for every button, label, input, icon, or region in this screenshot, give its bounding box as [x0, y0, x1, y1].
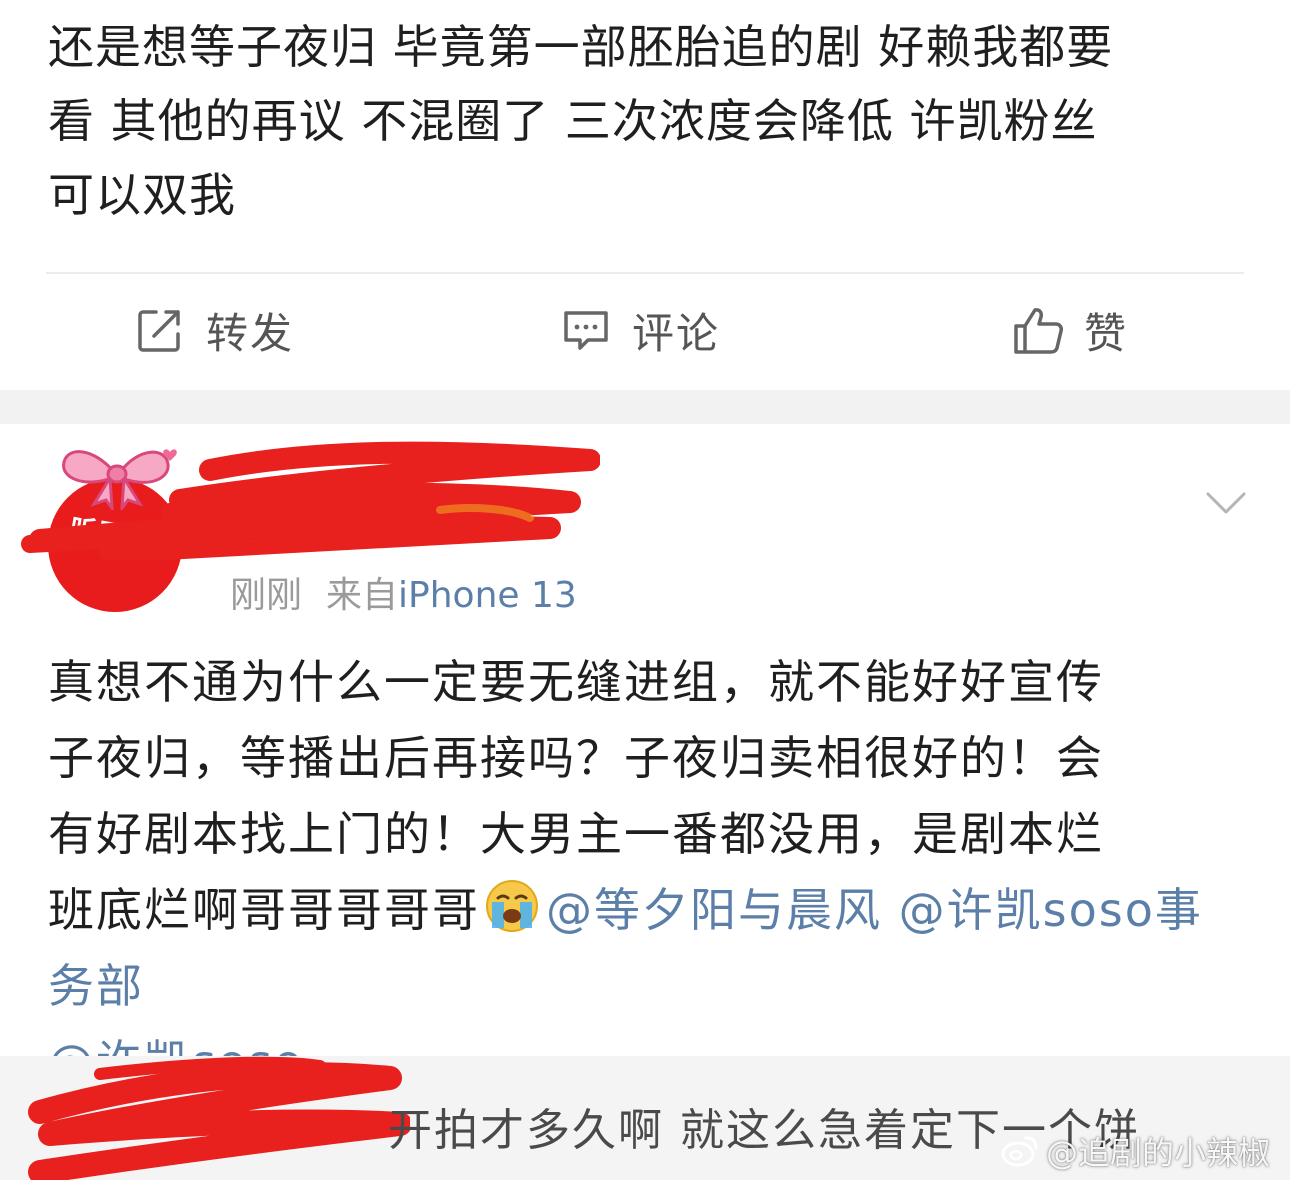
watermark-text: @追剧的小辣椒	[1046, 1134, 1271, 1172]
comment-label: 评论	[632, 308, 721, 358]
post-2-line: 班底烂啊哥哥哥哥哥 @等夕阳与晨风 @许凯soso事务部	[48, 872, 1248, 1024]
post-2-line: 真想不通为什么一定要无缝进组，就不能好好宣传	[48, 655, 1104, 709]
like-label: 赞	[1084, 308, 1129, 358]
post-2-line: 子夜归，等播出后再接吗？子夜归卖相很好的！会	[48, 731, 1104, 785]
post-meta: 刚刚 来自iPhone 13	[230, 566, 577, 618]
repost-icon	[138, 310, 180, 352]
repost-button[interactable]: 转发	[134, 302, 294, 358]
post-2-line-text: 班底烂啊哥哥哥哥哥	[48, 883, 480, 937]
watermark: @追剧的小辣椒	[1000, 1128, 1270, 1174]
thumbs-up-icon	[1014, 308, 1063, 354]
weibo-icon	[1001, 1136, 1038, 1167]
divider	[46, 272, 1244, 274]
post-1-line: 可以双我	[48, 168, 236, 222]
feed-separator	[0, 390, 1290, 424]
device-name: iPhone 13	[398, 575, 577, 616]
redaction-scribble	[28, 1056, 410, 1180]
post-2-line: 有好剧本找上门的！大男主一番都没用，是剧本烂	[48, 807, 1104, 861]
post-1-text: 还是想等子夜归 毕竟第一部胚胎追的剧 好赖我都要 看 其他的再议 不混圈了 三次…	[48, 10, 1248, 232]
crying-face-icon	[486, 880, 538, 932]
post-2-text: 真想不通为什么一定要无缝进组，就不能好好宣传 子夜归，等播出后再接吗？子夜归卖相…	[48, 644, 1248, 1100]
mention-link[interactable]: @等夕阳与晨风	[546, 883, 882, 937]
repost-label: 转发	[206, 308, 295, 358]
comment-button[interactable]: 评论	[560, 302, 720, 358]
post-action-bar: 转发 评论 赞	[0, 280, 1290, 380]
post-1-line: 看 其他的再议 不混圈了 三次浓度会降低 许凯粉丝	[48, 94, 1098, 148]
post-time: 刚刚	[230, 575, 303, 616]
like-button[interactable]: 赞	[1012, 302, 1128, 358]
comment-icon	[564, 311, 608, 350]
redaction-scribble	[21, 441, 600, 560]
chevron-down-icon[interactable]	[1202, 486, 1250, 522]
post-1-line: 还是想等子夜归 毕竟第一部胚胎追的剧 好赖我都要	[48, 20, 1114, 74]
source-prefix: 来自	[326, 575, 399, 616]
